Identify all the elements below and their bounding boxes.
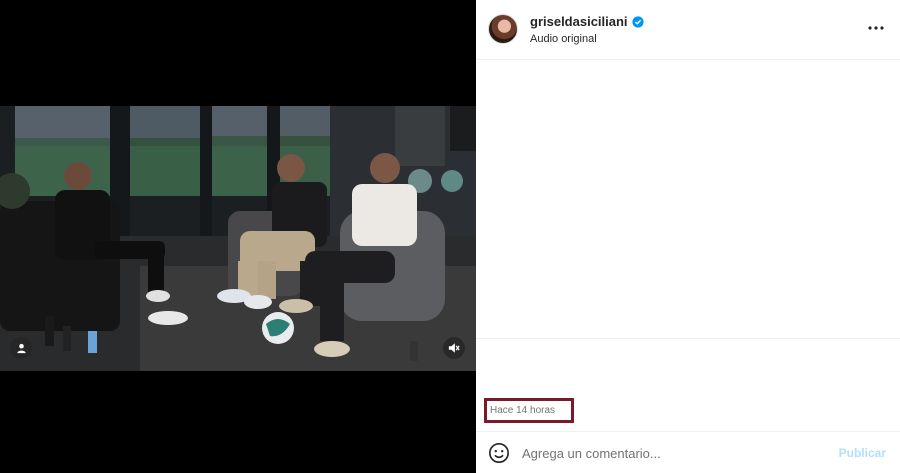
- post-panel: griseldasiciliani Audio original Hace 14…: [476, 0, 900, 473]
- comment-input[interactable]: [522, 442, 832, 464]
- emoji-icon[interactable]: [488, 442, 510, 464]
- avatar[interactable]: [488, 14, 518, 44]
- tag-people-button[interactable]: [10, 337, 32, 359]
- post-timestamp[interactable]: Hace 14 horas: [490, 405, 555, 416]
- username-link[interactable]: griseldasiciliani: [530, 14, 628, 29]
- publish-button[interactable]: Publicar: [839, 446, 886, 460]
- comment-bar: Publicar: [476, 431, 900, 473]
- media-panel: [0, 0, 476, 473]
- mute-button[interactable]: [443, 337, 465, 359]
- video-scene: [0, 106, 476, 371]
- more-options-button[interactable]: [866, 20, 886, 36]
- comments-area[interactable]: [476, 61, 900, 339]
- user-tag-icon: [16, 343, 26, 353]
- video-player[interactable]: [0, 106, 476, 371]
- verified-badge-icon: [631, 15, 644, 28]
- timestamp-highlight: Hace 14 horas: [484, 398, 574, 423]
- username-row: griseldasiciliani: [530, 14, 644, 29]
- muted-speaker-icon: [448, 343, 460, 353]
- audio-link[interactable]: Audio original: [530, 33, 597, 45]
- post-header: griseldasiciliani Audio original: [476, 0, 900, 60]
- more-horizontal-icon: [868, 26, 884, 30]
